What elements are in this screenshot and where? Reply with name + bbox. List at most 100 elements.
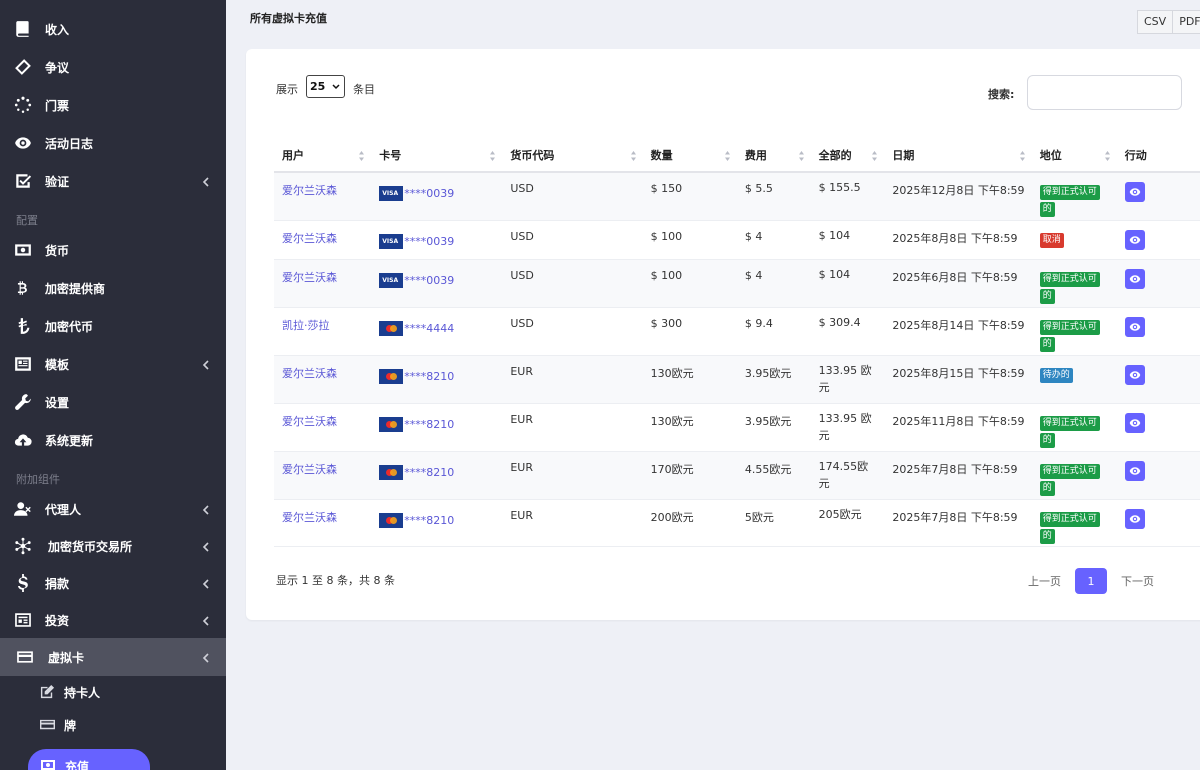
cell-amount: 130欧元: [642, 355, 737, 404]
pagination: 上一页 1 下一页: [1028, 568, 1154, 594]
user-link[interactable]: 爱尔兰沃森: [282, 232, 337, 245]
table-info: 显示 1 至 8 条，共 8 条: [276, 574, 395, 587]
cell-status: 取消: [1031, 220, 1117, 260]
column-header-user[interactable]: 用户: [274, 139, 372, 173]
chevron-left-icon: [201, 176, 211, 187]
sidebar-item-system-update[interactable]: 系统更新: [0, 421, 226, 459]
sidebar-item-currency[interactable]: 货币: [0, 231, 226, 269]
chevron-down-icon: [201, 652, 211, 663]
sidebar-subitem-cards[interactable]: 牌: [0, 708, 226, 742]
sidebar-item-settings[interactable]: 设置: [0, 383, 226, 421]
sidebar-subitem-topup[interactable]: 充值: [28, 749, 150, 770]
column-header-currency[interactable]: 货币代码: [502, 139, 643, 173]
section-label-addons: 附加组件: [16, 473, 60, 486]
view-button[interactable]: [1124, 268, 1145, 289]
sidebar-item-crypto-exchange[interactable]: 加密货币交易所: [0, 527, 226, 565]
card-number-link[interactable]: ****8210: [404, 418, 454, 431]
card-number-link[interactable]: ****4444: [404, 322, 454, 335]
status-badge: 得到正式认可的: [1039, 414, 1108, 448]
card-number-link[interactable]: ****0039: [404, 187, 454, 200]
cell-status: 得到正式认可的: [1031, 499, 1117, 547]
sidebar-item-investments[interactable]: 投资: [0, 601, 226, 639]
prev-page-button[interactable]: 上一页: [1028, 573, 1061, 589]
column-header-card-number[interactable]: 卡号: [371, 139, 503, 173]
view-button[interactable]: [1124, 364, 1145, 385]
pdf-button[interactable]: PDF: [1173, 11, 1200, 33]
eye-icon: [13, 133, 33, 153]
sidebar-item-crypto-provider[interactable]: 加密提供商: [0, 269, 226, 307]
export-buttons: CSV PDF: [1137, 10, 1200, 34]
ticket-icon: [13, 57, 33, 77]
mastercard-logo-icon: [379, 512, 404, 528]
eye-icon: [1129, 274, 1141, 283]
chevron-down-icon: [332, 84, 340, 90]
column-header-amount[interactable]: 数量: [642, 139, 737, 173]
sidebar-item-disputes[interactable]: 争议: [0, 48, 226, 86]
view-button[interactable]: [1124, 182, 1145, 202]
card-number-link[interactable]: ****8210: [404, 514, 454, 527]
user-link[interactable]: 爱尔兰沃森: [282, 271, 337, 284]
column-header-status[interactable]: 地位: [1031, 139, 1117, 173]
card-number-link[interactable]: ****8210: [404, 370, 454, 383]
search-input[interactable]: [1027, 75, 1182, 110]
money-bill-icon: [13, 240, 33, 260]
cell-date: 2025年8月15日 下午8:59: [884, 355, 1032, 404]
view-button[interactable]: [1124, 460, 1145, 481]
sidebar-item-tickets[interactable]: 门票: [0, 86, 226, 124]
user-link[interactable]: 凯拉·莎拉: [282, 319, 330, 332]
sort-icon: [872, 151, 878, 161]
page-length-select[interactable]: 25: [306, 75, 345, 98]
page-1-button[interactable]: 1: [1075, 568, 1107, 594]
sidebar-item-verification[interactable]: 验证: [0, 162, 226, 200]
user-link[interactable]: 爱尔兰沃森: [282, 184, 337, 197]
card-number-link[interactable]: ****8210: [404, 466, 454, 479]
sidebar-item-donations[interactable]: 捐款: [0, 564, 226, 602]
cell-amount: $ 100: [642, 259, 737, 308]
sidebar-item-label: 系统更新: [45, 433, 94, 448]
mastercard-logo-icon: [379, 464, 404, 480]
cell-user: 爱尔兰沃森: [274, 451, 372, 500]
cell-amount: $ 300: [642, 307, 737, 356]
card-number-link[interactable]: ****0039: [404, 235, 454, 248]
column-header-date[interactable]: 日期: [884, 139, 1032, 173]
spinner-icon: [13, 95, 33, 115]
sort-icon: [724, 151, 730, 161]
cell-user: 爱尔兰沃森: [274, 355, 372, 404]
next-page-button[interactable]: 下一页: [1121, 573, 1154, 589]
user-link[interactable]: 爱尔兰沃森: [282, 367, 337, 380]
view-button[interactable]: [1124, 508, 1145, 529]
sidebar-item-virtual-cards[interactable]: 虚拟卡: [0, 638, 226, 676]
sidebar-item-agents[interactable]: 代理人: [0, 490, 226, 528]
table-body: 爱尔兰沃森 VISA ****0039 USD $ 150 $ 5.5 $ 155.5 202…: [274, 172, 1200, 547]
cell-action: [1116, 172, 1200, 221]
mastercard-logo-icon: [379, 320, 404, 336]
column-header-total[interactable]: 全部的: [810, 139, 885, 173]
card-number-link[interactable]: ****0039: [404, 274, 454, 287]
sidebar-item-templates[interactable]: 模板: [0, 345, 226, 383]
sidebar-item-label: 捐款: [45, 576, 70, 591]
eye-icon: [1129, 418, 1141, 427]
column-header-fee[interactable]: 费用: [736, 139, 811, 173]
view-button[interactable]: [1124, 229, 1145, 250]
cell-total: 205欧元: [810, 499, 885, 547]
sidebar-item-label: 加密代币: [45, 319, 94, 334]
status-badge-text: 得到正式认可: [1039, 319, 1100, 335]
cell-fee: 4.55欧元: [736, 451, 811, 500]
sidebar-item-income[interactable]: 收入: [0, 10, 226, 48]
sidebar-item-activity-log[interactable]: 活动日志: [0, 124, 226, 162]
view-button[interactable]: [1124, 412, 1145, 433]
csv-button[interactable]: CSV: [1138, 11, 1174, 33]
invest-icon: [13, 610, 33, 630]
sidebar-item-crypto-token[interactable]: 加密代币: [0, 307, 226, 345]
sidebar-subitem-cardholders[interactable]: 持卡人: [0, 675, 226, 709]
user-link[interactable]: 爱尔兰沃森: [282, 511, 337, 524]
cloud-upload-icon: [13, 430, 33, 450]
cell-card: ****4444: [371, 307, 503, 356]
user-link[interactable]: 爱尔兰沃森: [282, 415, 337, 428]
cell-currency: EUR: [502, 403, 643, 452]
cell-fee: 3.95欧元: [736, 403, 811, 452]
user-link[interactable]: 爱尔兰沃森: [282, 463, 337, 476]
cell-currency: USD: [502, 307, 643, 356]
sidebar-subitem-label: 持卡人: [64, 685, 101, 700]
view-button[interactable]: [1124, 316, 1145, 337]
